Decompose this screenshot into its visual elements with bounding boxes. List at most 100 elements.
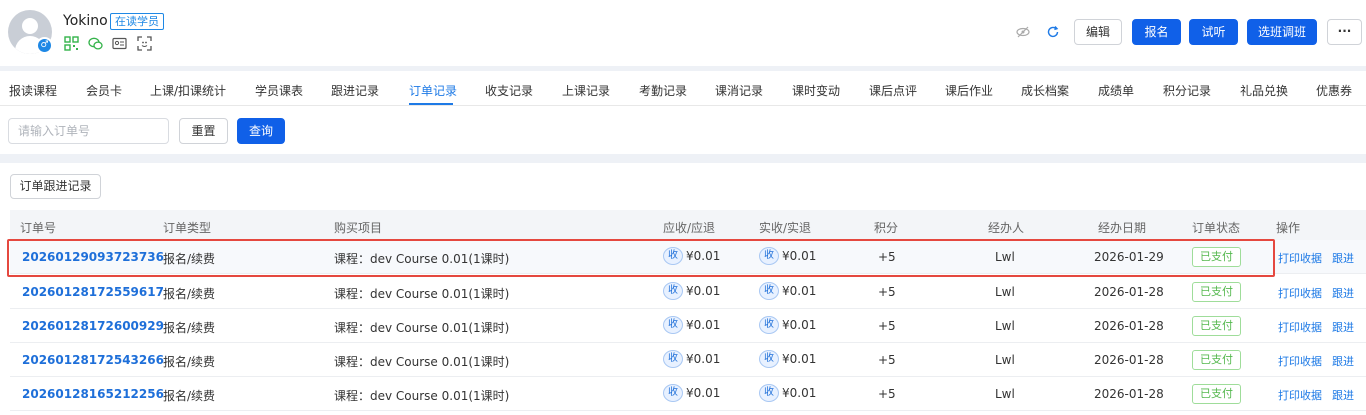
- print-receipt-link[interactable]: 打印收据: [1278, 319, 1322, 335]
- tab-points-records[interactable]: 积分记录: [1163, 82, 1211, 99]
- order-type: 报名/续费: [163, 355, 216, 369]
- amount-due: 收 ¥0.01: [663, 384, 720, 402]
- purchase-item: 课程：dev Course 0.01(1课时): [334, 252, 510, 266]
- follow-up-link[interactable]: 跟进: [1332, 387, 1354, 403]
- student-name: Yokino: [63, 13, 108, 29]
- amount-due-value: ¥0.01: [686, 318, 721, 332]
- status-badge: 已支付: [1192, 316, 1241, 336]
- eye-hidden-icon[interactable]: [1016, 25, 1030, 39]
- points: +5: [878, 387, 896, 401]
- tab-income-expense[interactable]: 收支记录: [485, 82, 533, 99]
- tab-class-records[interactable]: 上课记录: [562, 82, 610, 99]
- amount-paid: 收 ¥0.01: [759, 282, 816, 300]
- table-row: 20260128165212256 报名/续费 课程：dev Course 0.…: [10, 377, 1366, 411]
- amount-paid-value: ¥0.01: [782, 386, 817, 400]
- tab-gift-exchange[interactable]: 礼品兑换: [1240, 82, 1288, 99]
- handler: Lwl: [995, 285, 1015, 299]
- tab-student-schedule[interactable]: 学员课表: [255, 82, 303, 99]
- active-tab-indicator: [409, 103, 453, 105]
- col-date: 经办日期: [1098, 221, 1147, 235]
- receive-tag: 收: [663, 316, 683, 334]
- print-receipt-link[interactable]: 打印收据: [1278, 353, 1322, 369]
- handle-date: 2026-01-28: [1094, 353, 1164, 367]
- follow-up-link[interactable]: 跟进: [1332, 250, 1354, 266]
- handler: Lwl: [995, 387, 1015, 401]
- refresh-icon[interactable]: [1046, 25, 1060, 39]
- points: +5: [878, 285, 896, 299]
- order-type: 报名/续费: [163, 389, 216, 403]
- table-header: 订单号 订单类型 购买项目 应收/应退 实收/实退 积分 经办人 经办日期 订单…: [10, 210, 1366, 240]
- amount-due: 收 ¥0.01: [663, 316, 720, 334]
- amount-due: 收 ¥0.01: [663, 282, 720, 300]
- col-order-no: 订单号: [20, 221, 57, 235]
- amount-paid-value: ¥0.01: [782, 318, 817, 332]
- purchase-item: 课程：dev Course 0.01(1课时): [334, 321, 510, 335]
- student-header: ♂ Yokino 在读学员 编辑 报名 试听 选班调班 ···: [0, 0, 1366, 66]
- table-row: 20260128172559617 报名/续费 课程：dev Course 0.…: [10, 275, 1366, 309]
- handle-date: 2026-01-28: [1094, 285, 1164, 299]
- search-button[interactable]: 查询: [237, 118, 285, 144]
- tab-after-class-comments[interactable]: 课后点评: [869, 82, 917, 99]
- tab-member-card[interactable]: 会员卡: [86, 82, 122, 99]
- purchase-item: 课程：dev Course 0.01(1课时): [334, 287, 510, 301]
- follow-up-link[interactable]: 跟进: [1332, 319, 1354, 335]
- amount-paid: 收 ¥0.01: [759, 350, 816, 368]
- order-number-link[interactable]: 20260129093723736: [22, 250, 164, 264]
- tab-consumption[interactable]: 课消记录: [715, 82, 763, 99]
- status-badge: 已支付: [1192, 384, 1241, 404]
- tab-order-records[interactable]: 订单记录: [409, 82, 457, 99]
- wechat-icon[interactable]: [88, 36, 103, 51]
- order-number-input[interactable]: [8, 118, 169, 144]
- transfer-class-button[interactable]: 选班调班: [1247, 19, 1317, 45]
- more-button[interactable]: ···: [1327, 19, 1362, 45]
- order-follow-up-button[interactable]: 订单跟进记录: [10, 174, 101, 199]
- table-row: 20260128172543266 报名/续费 课程：dev Course 0.…: [10, 343, 1366, 377]
- receive-tag: 收: [663, 384, 683, 402]
- table-row: 20260128172600929 报名/续费 课程：dev Course 0.…: [10, 309, 1366, 343]
- order-number-link[interactable]: 20260128165212256: [22, 387, 164, 401]
- order-number-link[interactable]: 20260128172543266: [22, 353, 164, 367]
- tab-hours-change[interactable]: 课时变动: [792, 82, 840, 99]
- amount-paid-value: ¥0.01: [782, 249, 817, 263]
- tab-follow-up-records[interactable]: 跟进记录: [331, 82, 379, 99]
- tab-homework[interactable]: 课后作业: [945, 82, 993, 99]
- follow-up-link[interactable]: 跟进: [1332, 285, 1354, 301]
- print-receipt-link[interactable]: 打印收据: [1278, 250, 1322, 266]
- print-receipt-link[interactable]: 打印收据: [1278, 387, 1322, 403]
- print-receipt-link[interactable]: 打印收据: [1278, 285, 1322, 301]
- qrcode-icon[interactable]: [64, 36, 79, 51]
- reset-button[interactable]: 重置: [179, 118, 228, 144]
- purchase-item: 课程：dev Course 0.01(1课时): [334, 355, 510, 369]
- amount-due-value: ¥0.01: [686, 284, 721, 298]
- id-card-icon[interactable]: [112, 36, 127, 51]
- col-points: 积分: [874, 221, 899, 235]
- purchase-item: 课程：dev Course 0.01(1课时): [334, 389, 510, 403]
- trial-button[interactable]: 试听: [1189, 19, 1238, 45]
- tab-growth-profile[interactable]: 成长档案: [1021, 82, 1069, 99]
- orders-panel: 订单跟进记录 订单号 订单类型 购买项目 应收/应退 实收/实退 积分 经办人 …: [0, 163, 1366, 415]
- tab-coupons[interactable]: 优惠券: [1316, 82, 1352, 99]
- filter-bar: 重置 查询: [0, 106, 1366, 154]
- amount-due: 收 ¥0.01: [663, 350, 720, 368]
- receive-tag: 收: [663, 247, 683, 265]
- tab-report-card[interactable]: 成绩单: [1098, 82, 1134, 99]
- order-number-link[interactable]: 20260128172559617: [22, 285, 164, 299]
- points: +5: [878, 250, 896, 264]
- edit-button[interactable]: 编辑: [1074, 19, 1122, 45]
- handle-date: 2026-01-29: [1094, 250, 1164, 264]
- enroll-button[interactable]: 报名: [1132, 19, 1181, 45]
- tab-attendance[interactable]: 考勤记录: [639, 82, 687, 99]
- col-order-type: 订单类型: [163, 221, 212, 235]
- tab-class-deduction-stats[interactable]: 上课/扣课统计: [150, 82, 226, 99]
- amount-due: 收 ¥0.01: [663, 247, 720, 265]
- col-purchase-item: 购买项目: [334, 221, 383, 235]
- scan-icon[interactable]: [137, 36, 152, 51]
- col-status: 订单状态: [1192, 221, 1241, 235]
- receive-tag: 收: [759, 350, 779, 368]
- tab-enrolled-courses[interactable]: 报读课程: [9, 82, 57, 99]
- col-amount-paid: 实收/实退: [759, 221, 812, 235]
- order-number-link[interactable]: 20260128172600929: [22, 319, 164, 333]
- follow-up-link[interactable]: 跟进: [1332, 353, 1354, 369]
- points: +5: [878, 353, 896, 367]
- status-badge: 已支付: [1192, 350, 1241, 370]
